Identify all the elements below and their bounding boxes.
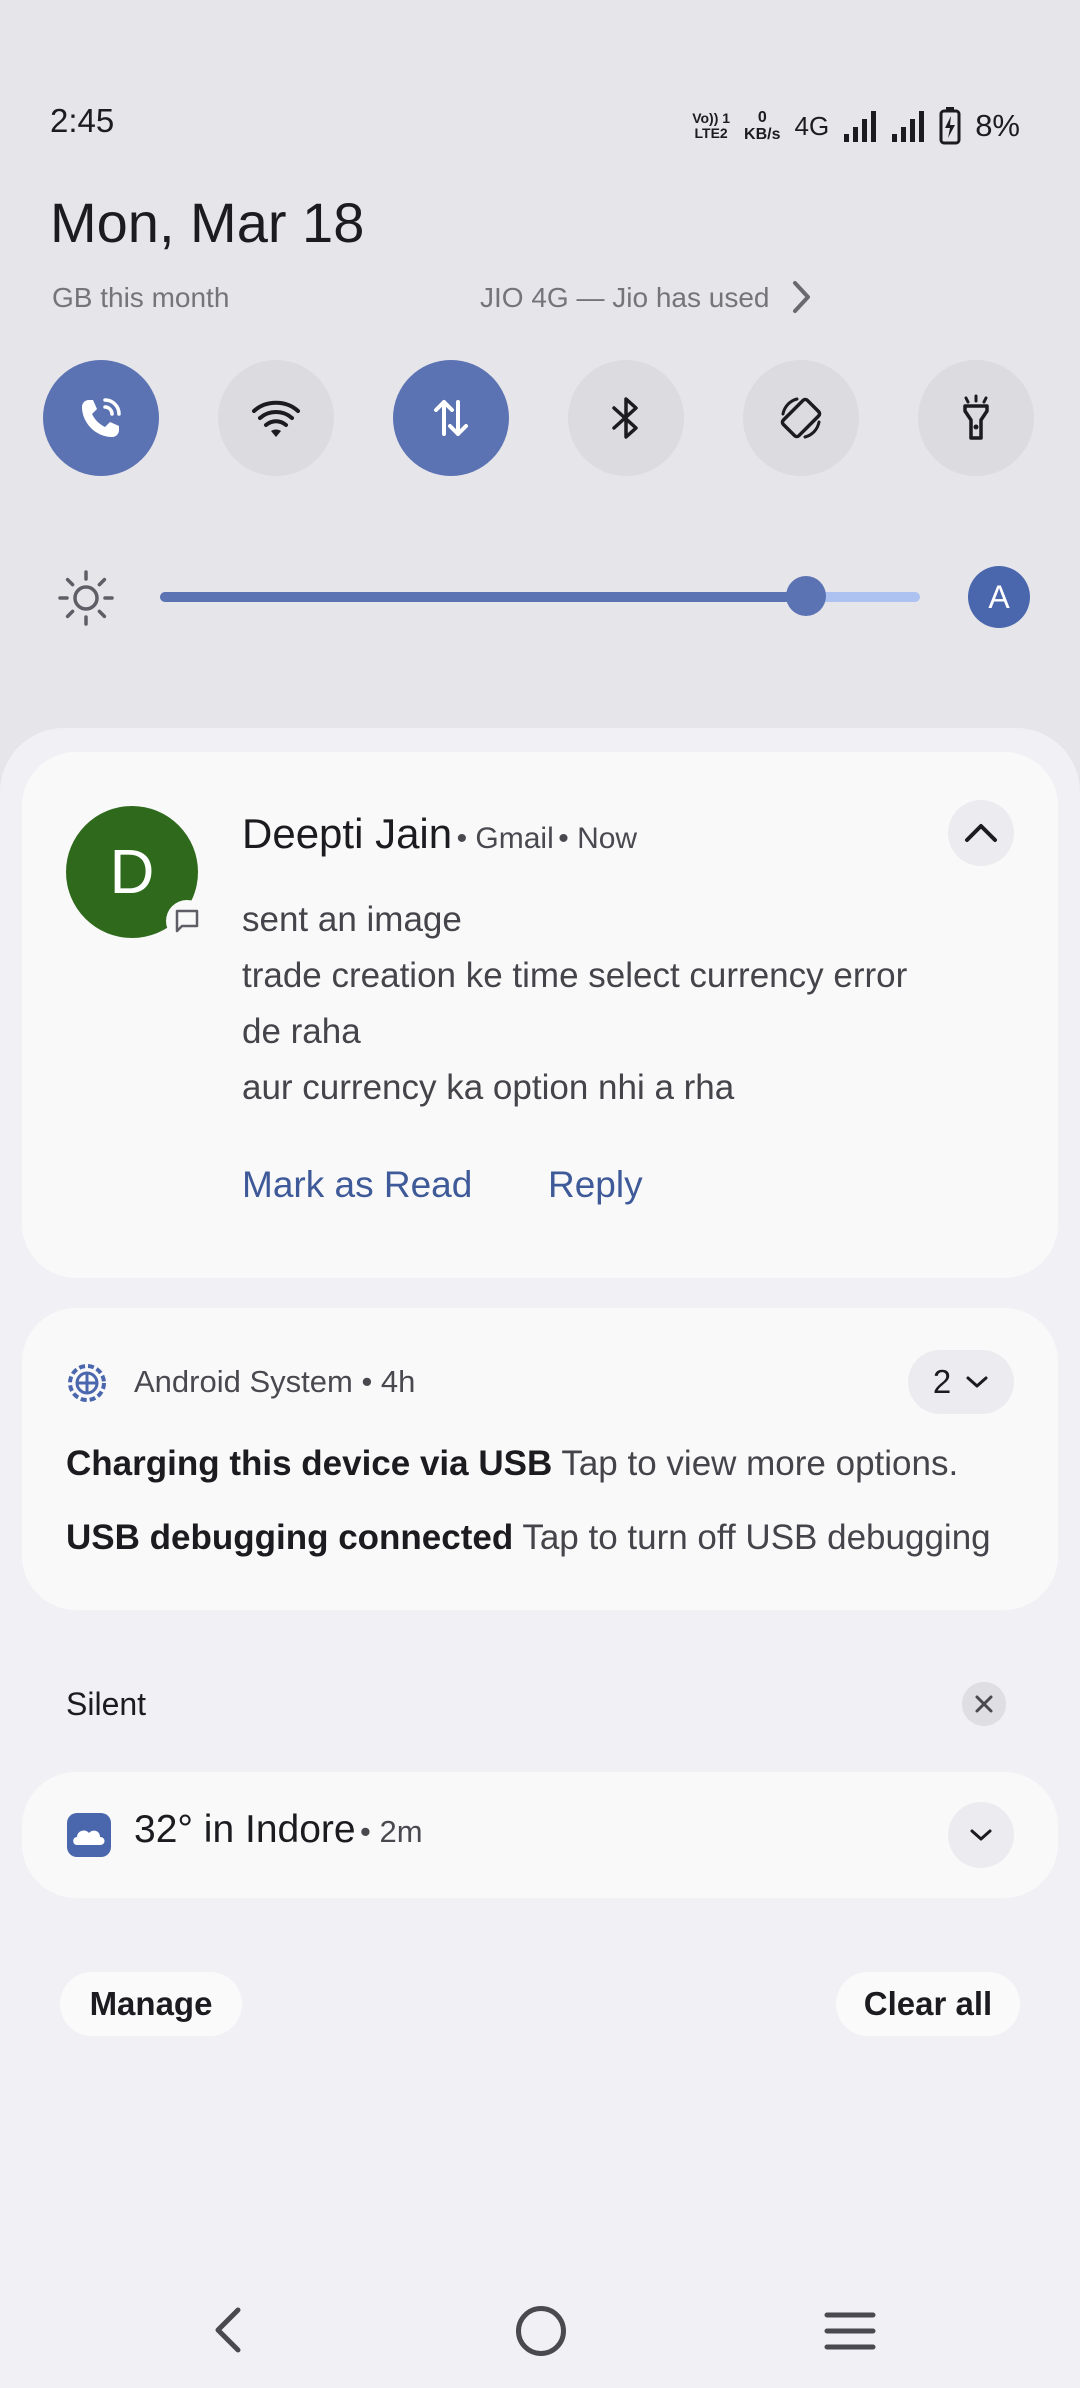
manage-button[interactable]: Manage	[60, 1972, 242, 2036]
gmail-notification[interactable]: D Deepti Jain • Gmail • Now sent an imag…	[22, 752, 1058, 1278]
clear-all-button[interactable]: Clear all	[836, 1972, 1020, 2036]
tile-wifi[interactable]	[218, 360, 334, 476]
brightness-slider-fill	[160, 592, 806, 602]
sender-name: Deepti Jain	[242, 810, 453, 857]
recents-icon[interactable]	[824, 2310, 876, 2352]
wifi-icon	[252, 400, 300, 437]
notification-shade: 2:45 Vo)) 1 LTE2 0 KB/s 4G 8% Mon, Mar 1…	[0, 0, 1080, 2388]
status-time: 2:45	[50, 102, 115, 139]
volte-indicator: Vo)) 1 LTE2	[692, 110, 731, 141]
signal-icon	[844, 111, 877, 142]
message-line: aur currency ka option nhi a rha	[242, 1068, 735, 1107]
network-type: 4G	[794, 110, 830, 141]
battery-percent: 8%	[975, 108, 1020, 143]
message-line: trade creation ke time select currency e…	[242, 956, 908, 995]
network-info[interactable]: JIO 4G — Jio has used	[480, 282, 768, 314]
mark-as-read-button[interactable]: Mark as Read	[242, 1164, 472, 1206]
tile-flashlight[interactable]	[918, 360, 1034, 476]
tile-auto-rotate[interactable]	[743, 360, 859, 476]
auto-brightness-button[interactable]: A	[968, 566, 1030, 628]
tile-wifi-calling[interactable]	[43, 360, 159, 476]
list-item[interactable]: Charging this device via USB Tap to view…	[66, 1444, 1016, 1484]
notification-header: Deepti Jain • Gmail • Now	[242, 810, 638, 857]
chevron-right-icon[interactable]	[790, 278, 814, 316]
reply-button[interactable]: Reply	[548, 1164, 643, 1206]
notification-count-button[interactable]: 2	[908, 1350, 1014, 1414]
brightness-slider[interactable]	[160, 576, 920, 616]
battery-charging-icon	[939, 107, 961, 145]
chevron-down-icon	[966, 1376, 988, 1388]
chevron-down-icon	[970, 1829, 992, 1841]
notification-header: 32° in Indore • 2m	[134, 1808, 423, 1851]
dismiss-silent-button[interactable]	[962, 1682, 1006, 1726]
item-title: USB debugging connected	[66, 1518, 514, 1557]
notification-time: 4h	[380, 1364, 416, 1399]
weather-notification[interactable]: 32° in Indore • 2m	[22, 1772, 1058, 1898]
flashlight-icon	[963, 394, 989, 440]
item-text: Tap to turn off USB debugging	[522, 1518, 991, 1557]
silent-section-label: Silent	[66, 1686, 147, 1722]
item-title: Charging this device via USB	[66, 1444, 553, 1483]
android-system-icon	[68, 1364, 106, 1402]
mobile-data-icon	[434, 400, 468, 436]
back-icon[interactable]	[208, 2304, 248, 2356]
app-name: Android System	[134, 1364, 353, 1399]
data-usage[interactable]: GB this month	[52, 282, 229, 314]
wifi-calling-icon	[82, 398, 121, 437]
tile-bluetooth[interactable]	[568, 360, 684, 476]
brightness-icon	[58, 570, 114, 626]
network-speed: 0 KB/s	[744, 109, 781, 143]
home-icon[interactable]	[516, 2306, 566, 2356]
notification-time: 2m	[379, 1814, 423, 1849]
tile-mobile-data[interactable]	[393, 360, 509, 476]
weather-title: 32° in Indore	[134, 1808, 356, 1851]
auto-rotate-icon	[780, 397, 822, 439]
bluetooth-icon	[612, 397, 638, 439]
brightness-slider-thumb[interactable]	[786, 576, 826, 616]
notification-count: 2	[932, 1363, 952, 1400]
cloud-icon	[67, 1813, 111, 1857]
date: Mon, Mar 18	[50, 191, 365, 254]
signal-icon	[892, 111, 925, 142]
notification-time: Now	[577, 822, 638, 855]
notification-header: Android System • 4h	[134, 1364, 416, 1399]
message-line: sent an image	[242, 900, 462, 939]
android-system-notification[interactable]: Android System • 4h 2 Charging this devi…	[22, 1308, 1058, 1610]
message-line: de raha	[242, 1012, 361, 1051]
close-icon	[975, 1695, 993, 1713]
list-item[interactable]: USB debugging connected Tap to turn off …	[66, 1518, 1016, 1558]
collapse-button[interactable]	[948, 800, 1014, 866]
message-badge	[166, 900, 208, 942]
chevron-up-icon	[965, 824, 997, 842]
quick-settings-tiles	[43, 360, 1036, 476]
item-text: Tap to view more options.	[561, 1444, 959, 1483]
status-icons: Vo)) 1 LTE2 0 KB/s 4G 8%	[692, 106, 1020, 146]
message-body: sent an image trade creation ke time sel…	[242, 892, 1032, 1116]
app-name: Gmail	[475, 822, 554, 855]
expand-button[interactable]	[948, 1802, 1014, 1868]
message-icon	[175, 909, 199, 933]
